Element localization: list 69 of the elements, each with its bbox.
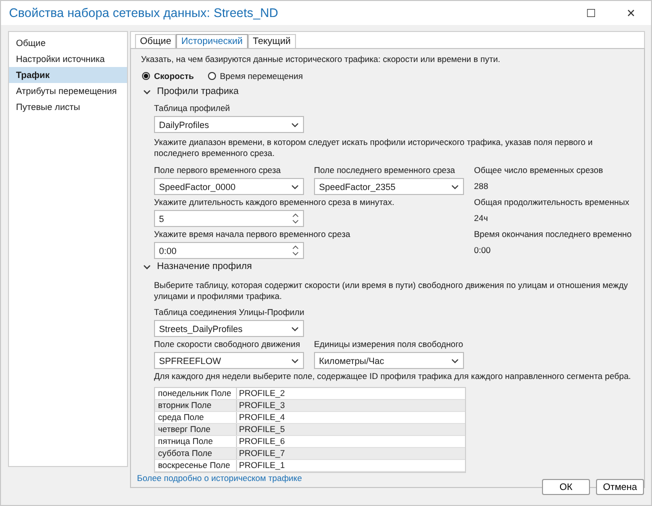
tab[interactable]: Исторический [176,34,248,48]
table-cell: воскресенье Поле [155,460,237,471]
field-label: Укажите длительность каждого временного среза в минутах. [154,197,396,208]
sidebar-item[interactable]: Общие [9,35,127,51]
dropdown[interactable]: SPFREEFLOW [154,352,304,369]
caret-icon [451,182,459,190]
dropdown[interactable]: SpeedFactor_2355 [314,178,464,195]
field-label: Время окончания последнего временно [474,229,633,240]
table-cell[interactable]: PROFILE_7 [237,448,285,459]
dropdown[interactable]: Километры/Час [314,352,464,369]
caret-icon [291,182,299,190]
sidebar-item[interactable]: Настройки источника [9,51,127,67]
field-label: Поле скорости свободного движения [154,339,302,350]
time-spinner[interactable]: 0:00 [154,242,304,259]
caret-icon [291,324,299,332]
table-cell[interactable]: PROFILE_3 [237,400,285,411]
field-label: Поле последнего временного среза [314,165,456,176]
radio-label[interactable]: Скорость [154,71,194,81]
hint-text: Для каждого дня недели выберите поле, содержащее ID профиля трафика для каждого направленного сегмента ребра. [154,371,632,382]
table-cell[interactable]: PROFILE_1 [237,460,285,471]
field-label: Поле первого временного среза [154,165,282,176]
caret-icon [451,356,459,364]
table-cell[interactable]: PROFILE_6 [237,436,285,447]
table-cell: понедельник Поле [155,388,237,399]
field-label: Таблица профилей [154,103,231,114]
table-cell[interactable]: PROFILE_4 [237,412,285,423]
section-title[interactable]: Назначение профиля [157,261,252,272]
dropdown[interactable]: Streets_DailyProfiles [154,320,304,337]
field-label: Единицы измерения поля свободного [314,339,464,350]
instruction-text: Указать, на чем базируются данные исторического трафика: скорости или времени в пути. [141,54,502,65]
table-cell[interactable]: PROFILE_5 [237,424,285,435]
dropdown[interactable]: SpeedFactor_0000 [154,178,304,195]
section-title[interactable]: Профили трафика [157,86,239,97]
tab[interactable]: Общие [135,34,176,48]
number-spinner[interactable]: 5 [154,210,304,227]
hint-text: Укажите диапазон времени, в котором следует искать профили исторического трафика, указав поля первого и последнего временного среза. [154,137,594,159]
sidebar-item[interactable]: Атрибуты перемещения [9,83,127,99]
value-text: 24ч [474,212,489,225]
chevron-icon[interactable] [143,262,151,270]
cancel-button[interactable]: Отмена [596,479,644,495]
window-title: Свойства набора сетевых данных: Streets_ND [9,6,280,20]
value-text: 0:00 [474,244,492,257]
field-label: Общая продолжительность временных [474,197,630,208]
chevron-icon[interactable] [143,88,151,96]
field-label: Таблица соединения Улицы-Профили [154,307,306,318]
sidebar-item[interactable]: Трафик [9,67,127,83]
field-label: Укажите время начала первого временного среза [154,229,352,240]
spinner-arrows-icon [292,213,299,224]
sidebar-item[interactable]: Путевые листы [9,99,127,115]
radio-button[interactable] [208,72,216,80]
table-cell: вторник Поле [155,400,237,411]
radio-button[interactable] [142,72,150,80]
spinner-arrows-icon [292,245,299,256]
maximize-button[interactable]: ☐ [571,1,611,25]
table-cell: среда Поле [155,412,237,423]
table-cell: пятница Поле [155,436,237,447]
table-cell[interactable]: PROFILE_2 [237,388,285,399]
ok-button[interactable]: ОК [542,479,590,495]
hint-text: Выберите таблицу, которая содержит скорости (или время в пути) свободного движения по улицам и отношения между улицами и профилями трафика. [154,280,629,302]
radio-label[interactable]: Время перемещения [220,71,303,81]
tab[interactable]: Текущий [248,34,296,48]
value-text: 288 [474,180,490,193]
close-button[interactable]: ✕ [611,1,651,25]
caret-icon [291,120,299,128]
dropdown[interactable]: DailyProfiles [154,116,304,133]
field-label: Общее число временных срезов [474,165,604,176]
table-cell: суббота Поле [155,448,237,459]
caret-icon [291,356,299,364]
table-cell: четверг Поле [155,424,237,435]
